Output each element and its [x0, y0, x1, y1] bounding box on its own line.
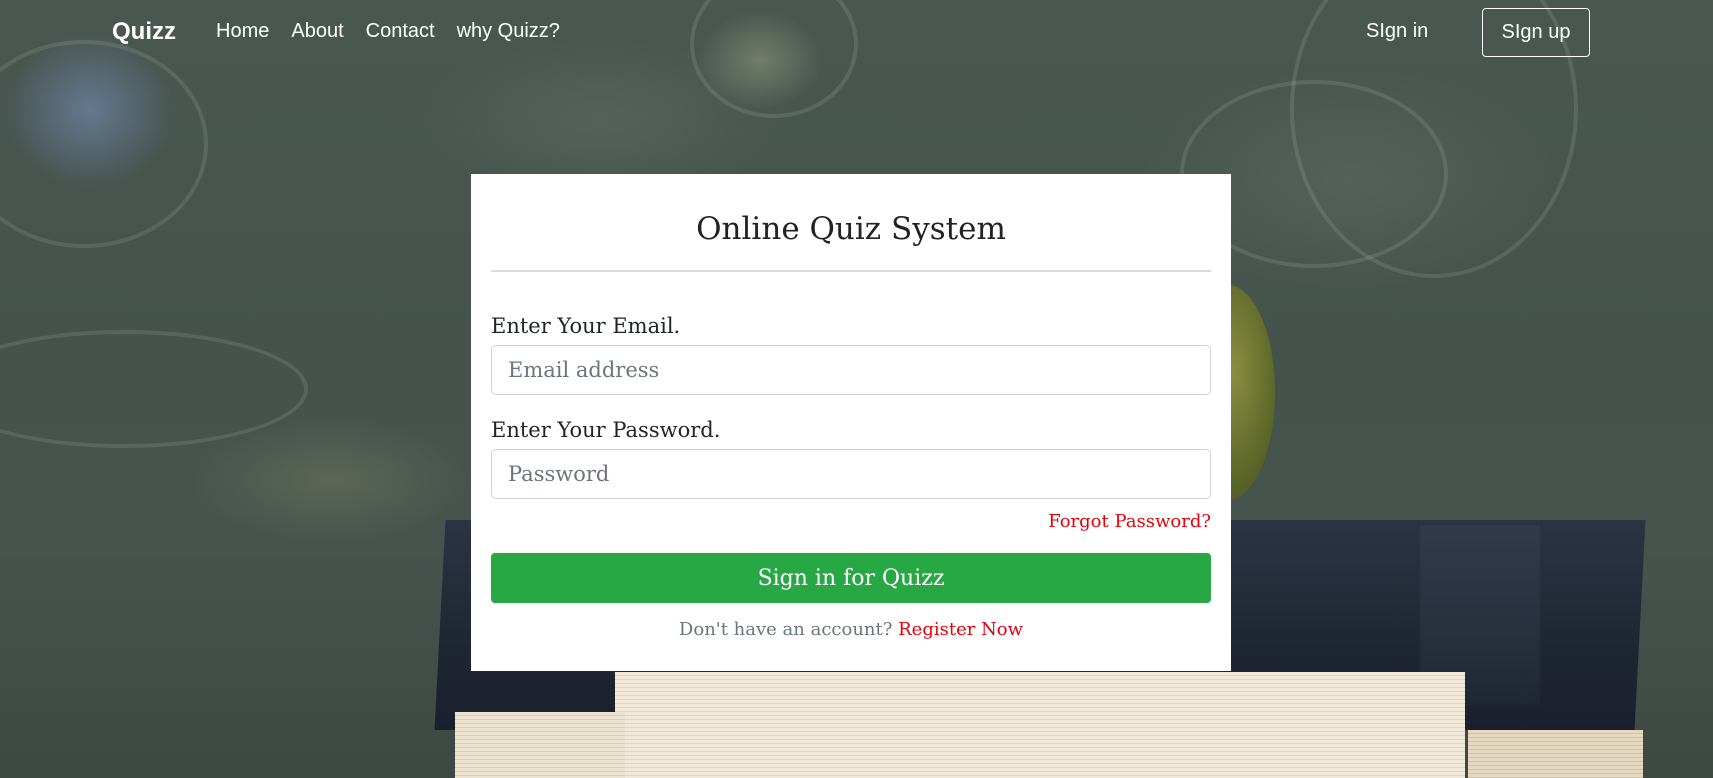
register-prompt: Don't have an account?: [678, 619, 899, 640]
top-navbar: Quizz Home About Contact why Quizz? SIgn…: [0, 0, 1713, 68]
email-input[interactable]: [491, 345, 1211, 395]
nav-link-home[interactable]: Home: [216, 20, 269, 43]
card-title: Online Quiz System: [696, 211, 1006, 247]
signin-link[interactable]: SIgn in: [1366, 20, 1428, 43]
nav-link-contact[interactable]: Contact: [366, 20, 435, 43]
register-now-link[interactable]: Register Now: [898, 619, 1023, 640]
forgot-row: Forgot Password?: [491, 513, 1211, 531]
register-row: Don't have an account? Register Now: [491, 621, 1211, 639]
nav-links: Home About Contact why Quizz?: [216, 20, 560, 43]
chalk-drawing: [0, 330, 308, 448]
signin-submit-button[interactable]: Sign in for Quizz: [491, 553, 1211, 603]
forgot-password-link[interactable]: Forgot Password?: [1048, 511, 1211, 532]
email-label: Enter Your Email.: [491, 314, 681, 338]
chalk-drawing: [0, 40, 208, 248]
password-label: Enter Your Password.: [491, 418, 721, 442]
login-card: Online Quiz System Enter Your Email. Ent…: [471, 174, 1231, 671]
nav-link-why-quizz[interactable]: why Quizz?: [457, 20, 560, 43]
password-input[interactable]: [491, 449, 1211, 499]
book-pages: [615, 672, 1465, 778]
title-divider: [491, 270, 1211, 272]
brand-logo-link[interactable]: Quizz: [112, 18, 176, 46]
signup-button[interactable]: SIgn up: [1482, 8, 1590, 57]
nav-link-about[interactable]: About: [291, 20, 343, 43]
book-pages: [1468, 730, 1643, 778]
book-pages: [455, 712, 625, 778]
